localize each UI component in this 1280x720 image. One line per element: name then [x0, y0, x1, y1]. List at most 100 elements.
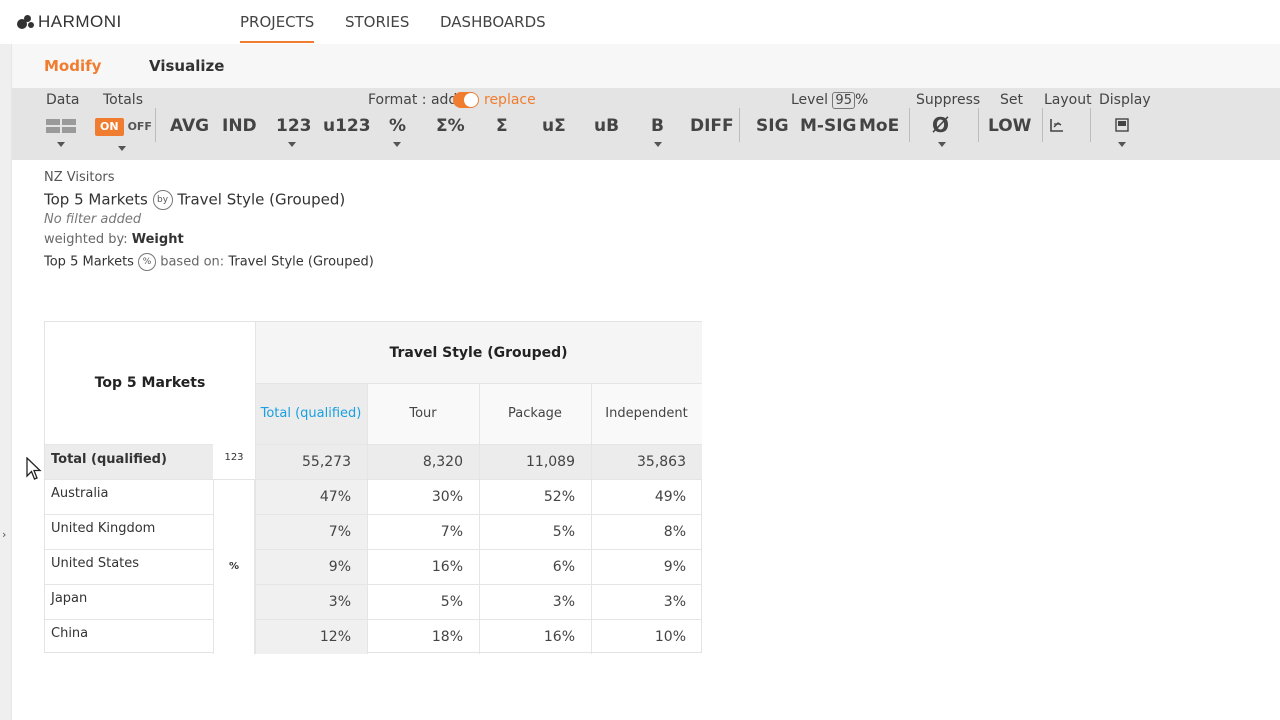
tab-modify[interactable]: Modify [44, 57, 101, 75]
percent-button[interactable]: % [389, 116, 406, 136]
set-low-button[interactable]: LOW [988, 116, 1031, 136]
tab-visualize[interactable]: Visualize [149, 57, 224, 75]
percent-row-variable: Top 5 Markets [44, 254, 134, 270]
table-cell[interactable]: 8,320 [367, 444, 479, 479]
table-cell[interactable]: 10% [591, 619, 702, 654]
suppress-dropdown-icon[interactable] [938, 142, 946, 147]
table-cell[interactable]: 8% [591, 514, 702, 549]
format-toggle[interactable] [453, 92, 479, 108]
table-cell[interactable]: 30% [367, 479, 479, 514]
sum-button[interactable]: Σ [496, 116, 508, 136]
count-stat-badge[interactable]: 123 [213, 444, 255, 479]
table-cell[interactable]: 11,089 [479, 444, 591, 479]
table-cell[interactable]: 6% [479, 549, 591, 584]
table-cell[interactable]: 5% [479, 514, 591, 549]
column-header-tour[interactable]: Tour [367, 383, 479, 444]
totals-on[interactable]: ON [95, 118, 124, 136]
dataset-name: NZ Visitors [44, 170, 115, 185]
table-cell[interactable]: 16% [367, 549, 479, 584]
filter-status[interactable]: No filter added [44, 212, 141, 227]
suppress-button[interactable]: Ø [932, 113, 949, 137]
base-dropdown-icon[interactable] [654, 142, 662, 147]
data-label: Data [46, 92, 80, 108]
column-group-header[interactable]: Travel Style (Grouped) [255, 322, 702, 383]
table-cell[interactable]: 47% [255, 479, 367, 514]
ind-button[interactable]: IND [222, 116, 257, 136]
table-cell[interactable]: 3% [479, 584, 591, 619]
row-label-australia[interactable]: Australia [45, 479, 213, 514]
percent-stat-badge[interactable]: % [213, 479, 255, 654]
diff-button[interactable]: DIFF [690, 116, 734, 136]
nav-tab-projects[interactable]: PROJECTS [240, 13, 315, 43]
column-variable[interactable]: Travel Style (Grouped) [177, 191, 345, 209]
format-replace-label[interactable]: replace [484, 92, 536, 108]
data-grid-icon[interactable] [46, 119, 76, 125]
left-sidebar-collapsed[interactable]: › [0, 44, 12, 720]
table-cell[interactable]: 49% [591, 479, 702, 514]
percent-dropdown-icon[interactable] [393, 142, 401, 147]
totals-dropdown-icon[interactable] [118, 146, 126, 151]
data-grid-icon-lower [46, 127, 76, 133]
weight-variable[interactable]: Weight [132, 232, 184, 247]
table-cell[interactable]: 35,863 [591, 444, 702, 479]
totals-off[interactable]: OFF [124, 118, 156, 136]
base-button[interactable]: B [651, 116, 664, 136]
avg-button[interactable]: AVG [170, 116, 209, 136]
harmoni-logo[interactable]: HARMONI [17, 12, 122, 32]
row-label-united-states[interactable]: United States [45, 549, 213, 584]
unweighted-base-button[interactable]: uB [594, 116, 619, 136]
table-cell[interactable]: 3% [255, 584, 367, 619]
table-cell[interactable]: 12% [255, 619, 367, 654]
row-label-united-kingdom[interactable]: United Kingdom [45, 514, 213, 549]
count-button[interactable]: 123 [276, 116, 312, 136]
table-cell[interactable]: 7% [367, 514, 479, 549]
table-title: Top 5 Markets by Travel Style (Grouped) [44, 190, 345, 210]
level-input[interactable]: 95 [832, 92, 855, 109]
unweighted-sum-button[interactable]: uΣ [542, 116, 566, 136]
column-header-total[interactable]: Total (qualified) [255, 383, 367, 444]
toolbar-divider [1042, 108, 1043, 142]
toolbar-divider [739, 108, 740, 142]
column-header-independent[interactable]: Independent [591, 383, 702, 444]
totals-toggle[interactable]: ON OFF [95, 118, 156, 136]
row-label-japan[interactable]: Japan [45, 584, 213, 619]
expand-sidebar-icon[interactable]: › [2, 528, 6, 541]
display-dropdown-icon[interactable] [1118, 142, 1126, 147]
table-cell[interactable]: 9% [255, 549, 367, 584]
crosstab-table: Top 5 Markets Travel Style (Grouped) Tot… [44, 321, 702, 654]
toolbar-divider [155, 108, 156, 142]
table-cell[interactable]: 7% [255, 514, 367, 549]
count-dropdown-icon[interactable] [288, 142, 296, 147]
level-label-text: Level [791, 92, 828, 108]
set-label: Set [1000, 92, 1023, 108]
table-cell[interactable]: 3% [591, 584, 702, 619]
row-variable[interactable]: Top 5 Markets [44, 191, 148, 209]
row-label-china[interactable]: China [45, 619, 213, 654]
unweighted-count-button[interactable]: u123 [323, 116, 371, 136]
nav-tab-stories[interactable]: STORIES [345, 13, 409, 31]
display-icon[interactable] [1115, 117, 1129, 132]
level-unit: % [854, 92, 869, 108]
level-label: Level 95% [791, 92, 868, 109]
by-icon[interactable]: by [152, 190, 173, 210]
table-cell[interactable]: 55,273 [255, 444, 367, 479]
table-cell[interactable]: 52% [479, 479, 591, 514]
sig-button[interactable]: SIG [756, 116, 789, 136]
based-on-prefix: based on: [160, 254, 225, 270]
percent-basis-icon[interactable]: % [138, 253, 157, 271]
table-cell[interactable]: 5% [367, 584, 479, 619]
table-cell[interactable]: 9% [591, 549, 702, 584]
nav-tab-dashboards[interactable]: DASHBOARDS [440, 13, 546, 31]
toolbar-divider [909, 108, 910, 142]
data-dropdown-icon[interactable] [57, 142, 65, 147]
table-cell[interactable]: 16% [479, 619, 591, 654]
row-variable-header[interactable]: Top 5 Markets [45, 322, 255, 444]
column-header-package[interactable]: Package [479, 383, 591, 444]
moe-button[interactable]: MoE [859, 116, 899, 136]
sum-percent-button[interactable]: Σ% [436, 116, 465, 136]
layout-icon[interactable] [1049, 117, 1065, 133]
table-cell[interactable]: 18% [367, 619, 479, 654]
row-label-total[interactable]: Total (qualified) [45, 444, 213, 479]
toolbar-divider [978, 108, 979, 142]
m-sig-button[interactable]: M-SIG [800, 116, 857, 136]
